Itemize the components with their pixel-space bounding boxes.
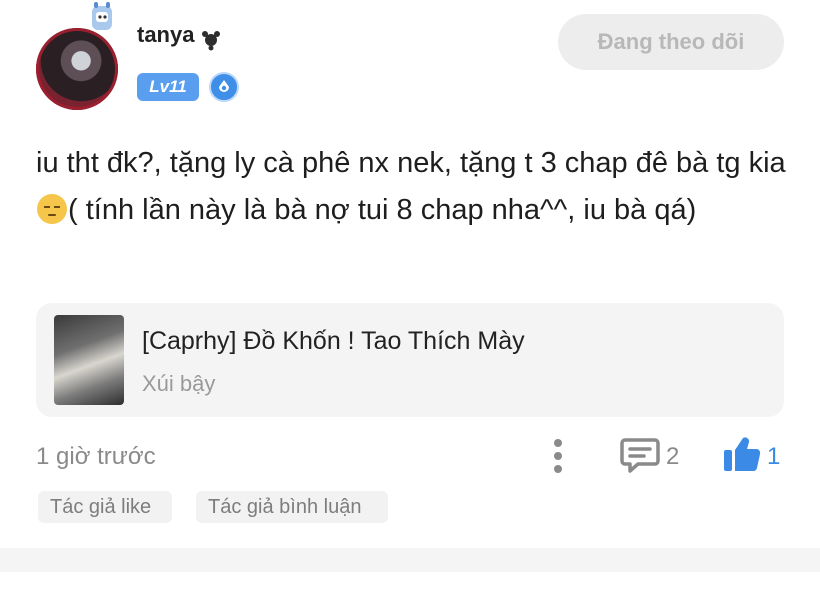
level-badge: Lv11: [137, 73, 199, 101]
character-badge-icon: [92, 2, 112, 30]
comment-count: 2: [666, 443, 680, 470]
post-text: iu tht đk?, tặng ly cà phê nx nek, tặng …: [36, 140, 796, 234]
post-text-part-1: iu tht đk?, tặng ly cà phê nx nek, tặng …: [36, 147, 786, 179]
name-decoration-icon: [202, 31, 220, 51]
manga-genre: Xúi bậy: [142, 371, 216, 396]
tag-author-liked: Tác giả like: [38, 491, 172, 523]
thumbs-up-icon[interactable]: [722, 434, 762, 474]
more-vertical-icon[interactable]: [550, 437, 566, 475]
comment-icon[interactable]: [620, 436, 660, 474]
like-count: 1: [767, 443, 781, 470]
avatar[interactable]: [36, 28, 120, 112]
username[interactable]: tanya: [137, 22, 194, 48]
avatar-image: [36, 28, 118, 110]
section-divider: [0, 548, 820, 572]
following-button[interactable]: Đang theo dõi: [558, 14, 784, 70]
drop-icon: [219, 80, 229, 92]
manga-cover-image: [54, 315, 124, 405]
manga-card[interactable]: [Caprhy] Đồ Khốn ! Tao Thích Mày Xúi bậy: [36, 303, 784, 417]
vip-badge-icon: [209, 72, 239, 102]
tag-author-commented: Tác giả bình luận: [196, 491, 388, 523]
pensive-emoji-icon: [37, 194, 67, 224]
manga-title: [Caprhy] Đồ Khốn ! Tao Thích Mày: [142, 327, 525, 355]
post-time: 1 giờ trước: [36, 443, 156, 470]
post-text-part-2: ( tính lần này là bà nợ tui 8 chap nha^^…: [68, 194, 697, 226]
